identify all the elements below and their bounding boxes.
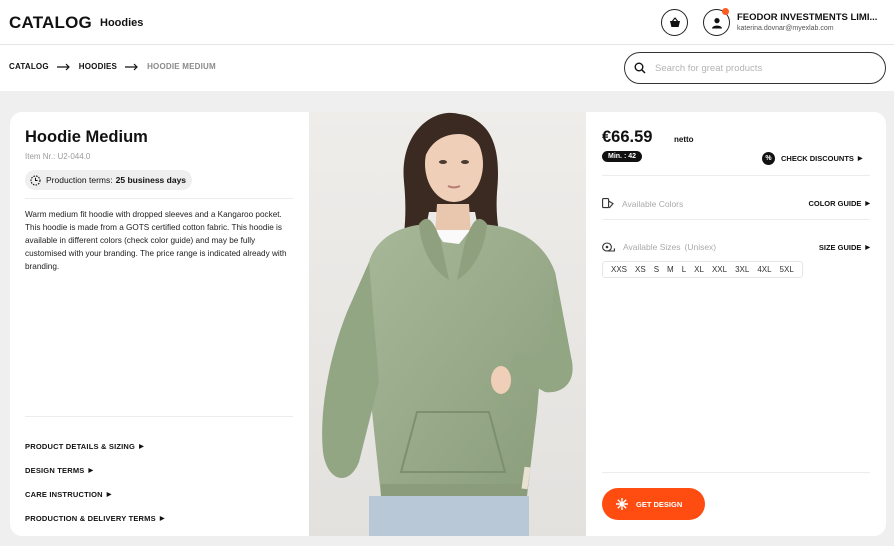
size-option: XXL — [711, 265, 728, 274]
get-design-label: GET DESIGN — [636, 499, 683, 509]
sizes-row: Available Sizes (Unisex) SIZE GUIDE ▶ — [602, 242, 870, 252]
color-guide-link[interactable]: COLOR GUIDE ▶ — [808, 199, 870, 208]
triangle-right-icon: ▶ — [857, 156, 863, 162]
arrow-right-icon — [56, 63, 71, 71]
production-terms-label: Production terms: — [46, 175, 113, 185]
color-guide-label: COLOR GUIDE — [808, 199, 862, 208]
percent-icon: % — [762, 152, 775, 165]
divider — [25, 416, 293, 417]
breadcrumb-hoodies[interactable]: HOODIES — [79, 62, 117, 71]
catalog-logo[interactable]: CATALOG — [9, 13, 92, 33]
size-option: M — [667, 265, 674, 274]
size-option: XL — [694, 265, 704, 274]
sparkle-icon — [616, 498, 628, 510]
triangle-right-icon: ▶ — [159, 515, 165, 522]
size-option: S — [653, 265, 660, 274]
min-quantity-badge: Min. : 42 — [602, 151, 643, 162]
search-box[interactable] — [624, 52, 886, 84]
tape-measure-icon — [602, 242, 615, 252]
search-input[interactable] — [655, 62, 855, 74]
breadcrumb-catalog[interactable]: CATALOG — [9, 62, 49, 71]
price-netto-label: netto — [674, 135, 694, 144]
info-links: PRODUCT DETAILS & SIZING ▶ DESIGN TERMS ▶ … — [25, 434, 165, 530]
check-discounts-label: CHECK DISCOUNTS — [781, 154, 854, 163]
clock-icon — [30, 174, 41, 186]
size-option: 3XL — [735, 265, 750, 274]
production-delivery-link[interactable]: PRODUCTION & DELIVERY TERMS ▶ — [25, 506, 165, 530]
triangle-right-icon: ▶ — [88, 467, 94, 474]
available-sizes-label: Available Sizes — [623, 242, 681, 252]
product-title: Hoodie Medium — [25, 128, 148, 146]
size-option: 5XL — [779, 265, 794, 274]
product-card: Hoodie Medium Item Nr.: U2-044.0 Product… — [10, 112, 886, 536]
divider — [602, 175, 870, 176]
production-terms-value: 25 business days — [115, 175, 187, 185]
size-option: XXS — [611, 265, 628, 274]
search-icon — [634, 62, 646, 74]
available-colors-label: Available Colors — [622, 198, 684, 209]
basket-icon — [669, 17, 680, 27]
triangle-right-icon: ▶ — [139, 443, 144, 450]
description-paragraph: This hoodie is made from a GOTS certifie… — [25, 223, 287, 271]
sizes-list: XXS XS S M L XL XXL 3XL 4XL 5XL — [602, 261, 803, 278]
basket-button[interactable] — [661, 9, 688, 36]
breadcrumb: CATALOG HOODIES HOODIE MEDIUM — [9, 62, 216, 71]
product-image — [309, 112, 586, 536]
breadcrumb-current: HOODIE MEDIUM — [147, 62, 216, 71]
item-number: Item Nr.: U2-044.0 — [25, 152, 91, 161]
check-discounts-button[interactable]: % CHECK DISCOUNTS ▶ — [762, 152, 863, 165]
size-guide-link[interactable]: SIZE GUIDE ▶ — [819, 243, 870, 252]
user-email: katerina.dovnar@myexlab.com — [737, 25, 834, 32]
size-option: XS — [635, 265, 646, 274]
arrow-right-icon — [125, 63, 139, 71]
size-option: 4XL — [757, 265, 772, 274]
design-terms-link[interactable]: DESIGN TERMS ▶ — [25, 458, 165, 482]
link-label: PRODUCT DETAILS & SIZING — [25, 441, 136, 451]
product-info-panel: Hoodie Medium Item Nr.: U2-044.0 Product… — [10, 112, 309, 536]
link-label: PRODUCTION & DELIVERY TERMS — [25, 513, 156, 523]
price-value: €66.59 — [602, 128, 653, 146]
top-bar: CATALOG Hoodies FEODOR INVESTMENTS LIMI.… — [0, 0, 894, 45]
link-label: DESIGN TERMS — [25, 465, 85, 475]
triangle-right-icon: ▶ — [106, 491, 112, 498]
triangle-right-icon: ▶ — [865, 244, 870, 251]
palette-icon — [602, 198, 614, 209]
section-title: Hoodies — [100, 17, 144, 29]
get-design-button[interactable]: GET DESIGN — [602, 488, 705, 520]
notification-dot — [722, 8, 729, 15]
pricing-panel: €66.59 netto Min. : 42 % CHECK DISCOUNTS… — [586, 112, 886, 536]
divider — [25, 198, 293, 199]
size-guide-label: SIZE GUIDE — [818, 242, 862, 252]
product-details-link[interactable]: PRODUCT DETAILS & SIZING ▶ — [25, 434, 165, 458]
size-option: L — [681, 265, 687, 274]
link-label: CARE INSTRUCTION — [25, 489, 103, 499]
company-name[interactable]: FEODOR INVESTMENTS LIMI... — [737, 12, 877, 23]
sizes-note: (Unisex) — [684, 242, 717, 252]
production-terms-badge: Production terms: 25 business days — [25, 170, 193, 190]
divider — [602, 219, 870, 220]
colors-row: Available Colors COLOR GUIDE ▶ — [602, 198, 870, 209]
care-instruction-link[interactable]: CARE INSTRUCTION ▶ — [25, 482, 165, 506]
breadcrumb-bar: CATALOG HOODIES HOODIE MEDIUM — [0, 45, 894, 91]
triangle-right-icon: ▶ — [865, 201, 870, 207]
divider — [602, 472, 870, 473]
user-icon — [711, 17, 722, 28]
description-paragraph: Warm medium fit hoodie with dropped slee… — [25, 210, 282, 219]
product-description: Warm medium fit hoodie with dropped slee… — [25, 208, 295, 273]
